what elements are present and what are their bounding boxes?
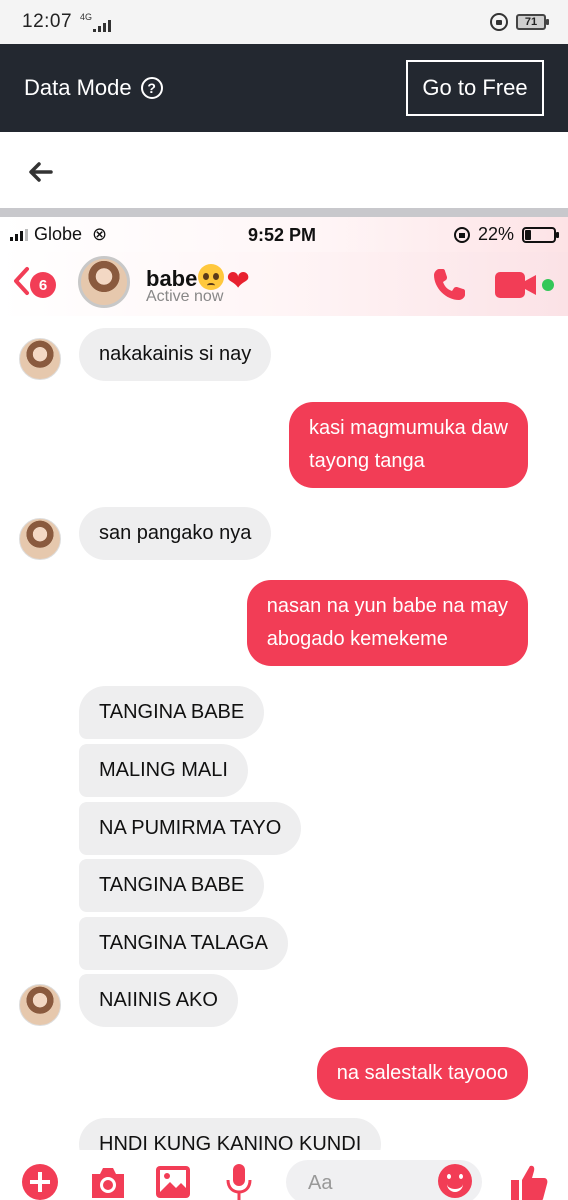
link-icon: ⊗: [92, 224, 108, 244]
phone-icon[interactable]: [430, 266, 468, 304]
message-line: nasan na yun babe na may: [266, 595, 508, 617]
device-clock: 12:07: [22, 11, 73, 32]
message-bubble-outgoing[interactable]: na salestalk tayooo: [316, 1047, 528, 1100]
camera-icon[interactable]: [88, 1162, 128, 1200]
message-bubble-incoming[interactable]: NAIINIS AKO: [79, 974, 238, 1027]
signal-icon: [93, 20, 112, 32]
sender-avatar[interactable]: [19, 518, 61, 560]
message-line: tayong tanga: [309, 450, 425, 472]
chat-header: 6 babe ❤ Active now: [0, 252, 568, 316]
help-icon[interactable]: ?: [140, 77, 163, 99]
message-bubble-incoming[interactable]: nakakainis si nay: [79, 328, 272, 381]
pleading-face-emoji-icon: [198, 264, 225, 290]
data-mode-label: Data Mode: [24, 75, 132, 100]
phone-status-bar: Globe ⊗ 9:52 PM 22%: [0, 217, 568, 252]
message-line: kasi magmumuka daw: [309, 417, 508, 439]
battery-icon: 71: [516, 14, 549, 30]
chevron-left-icon[interactable]: [12, 266, 30, 296]
rotation-lock-icon: [490, 13, 508, 31]
signal-icon: [10, 228, 28, 241]
message-bubble-incoming[interactable]: TANGINA BABE: [79, 686, 265, 739]
phone-clock: 9:52 PM: [248, 225, 317, 245]
plus-icon[interactable]: [22, 1164, 58, 1200]
video-camera-icon[interactable]: [494, 270, 538, 300]
message-bubble-incoming[interactable]: TANGINA BABE: [79, 859, 265, 912]
message-bubble-incoming[interactable]: HNDI KUNG KANINO KUNDI: [79, 1118, 382, 1150]
sender-avatar[interactable]: [19, 984, 61, 1026]
message-composer: Aa: [0, 1150, 568, 1200]
gallery-icon[interactable]: [154, 1162, 192, 1200]
network-type: 4G: [80, 12, 93, 22]
data-mode-banner: Data Mode ? Go to Free: [0, 44, 568, 132]
message-bubble-incoming[interactable]: NA PUMIRMA TAYO: [79, 802, 302, 855]
sender-avatar[interactable]: [19, 338, 61, 380]
battery-icon: [522, 226, 559, 243]
thumbs-up-icon[interactable]: [508, 1162, 548, 1200]
battery-percent: 22%: [477, 224, 514, 244]
microphone-icon[interactable]: [224, 1162, 254, 1200]
active-status: Active now: [146, 288, 224, 305]
go-to-free-button[interactable]: Go to Free: [406, 60, 544, 116]
online-indicator: [542, 279, 554, 291]
image-viewer-toolbar: [0, 132, 568, 210]
message-bubble-outgoing[interactable]: kasi magmumuka daw tayong tanga: [289, 402, 528, 488]
device-status-bar: 12:07 4G 71: [0, 0, 568, 44]
message-bubble-incoming[interactable]: san pangako nya: [79, 507, 272, 560]
message-bubble-incoming[interactable]: TANGINA TALAGA: [79, 917, 288, 970]
unread-count-badge[interactable]: 6: [30, 272, 56, 298]
divider: [0, 208, 568, 217]
message-list[interactable]: nakakainis si nay kasi magmumuka daw tay…: [0, 316, 568, 1150]
message-line: abogado kemekeme: [266, 628, 448, 650]
contact-avatar[interactable]: [78, 256, 130, 308]
carrier-name: Globe: [34, 224, 83, 244]
emoji-icon[interactable]: [438, 1164, 472, 1198]
back-arrow-icon[interactable]: [26, 158, 54, 186]
rotation-lock-icon: [453, 226, 470, 243]
heart-emoji-icon: ❤: [226, 265, 250, 296]
message-bubble-incoming[interactable]: MALING MALI: [79, 744, 248, 797]
message-bubble-outgoing[interactable]: nasan na yun babe na may abogado kemekem…: [246, 580, 528, 666]
